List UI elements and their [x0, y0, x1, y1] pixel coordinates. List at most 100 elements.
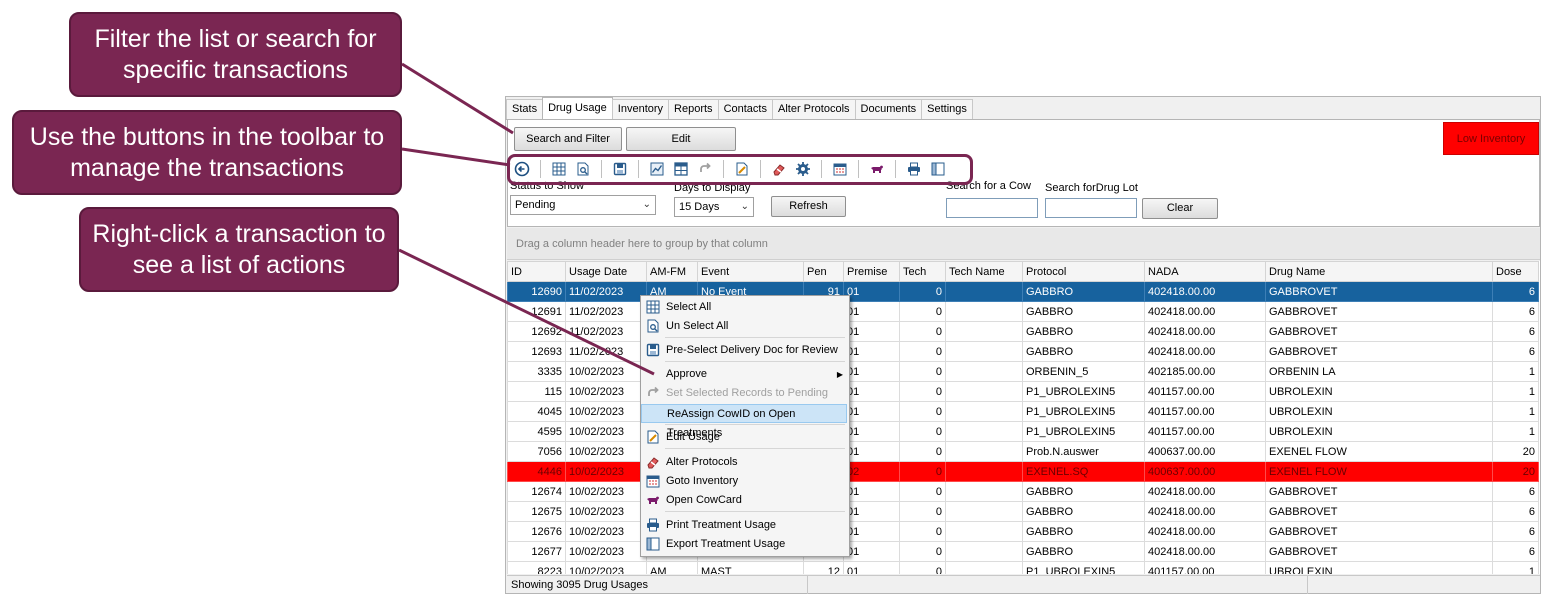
calendar-icon[interactable]	[830, 159, 850, 179]
table-cell: 401157.00.00	[1144, 381, 1266, 402]
table-cell: UBROLEXIN	[1265, 421, 1493, 442]
table-cell	[945, 461, 1023, 482]
column-header-am-fm[interactable]: AM-FM	[646, 261, 698, 282]
menu-item-label: Edit Usage	[666, 431, 720, 443]
table-cell: 11/02/2023	[565, 301, 647, 322]
edit-button[interactable]: Edit	[626, 127, 736, 151]
tab-alter-protocols[interactable]: Alter Protocols	[771, 99, 856, 119]
menu-separator	[665, 448, 845, 449]
table-cell: GABBROVET	[1265, 301, 1493, 322]
back-icon[interactable]	[512, 159, 532, 179]
toolbar-separator	[540, 160, 541, 178]
menu-item-label: Export Treatment Usage	[666, 538, 786, 550]
menu-item-select-all[interactable]: Select All	[641, 298, 847, 317]
table-cell: 12693	[507, 341, 566, 362]
table-cell: MAST	[697, 561, 804, 574]
column-header-dose[interactable]: Dose	[1492, 261, 1539, 282]
table-cell	[945, 421, 1023, 442]
table-cell: 01	[843, 481, 900, 502]
menu-item-label: Open CowCard	[666, 494, 742, 506]
save-icon[interactable]	[610, 159, 630, 179]
menu-item-goto-inventory[interactable]: Goto Inventory	[641, 472, 847, 491]
menu-item-pre-select-delivery-doc-for-review[interactable]: Pre-Select Delivery Doc for Review	[641, 341, 847, 360]
menu-item-edit-usage[interactable]: Edit Usage	[641, 428, 847, 447]
menu-item-approve[interactable]: Approve ▶	[641, 365, 847, 384]
callout-toolbar: Use the buttons in the toolbar to manage…	[12, 110, 402, 195]
search-and-filter-button[interactable]: Search and Filter	[514, 127, 622, 151]
table-cell: 402185.00.00	[1144, 361, 1266, 382]
search-doc-icon[interactable]	[573, 159, 593, 179]
column-header-pen[interactable]: Pen	[803, 261, 844, 282]
cow-icon[interactable]	[867, 159, 887, 179]
group-by-area[interactable]: Drag a column header here to group by th…	[507, 228, 1540, 260]
cow-search-label: Search for a Cow	[946, 180, 1031, 192]
table-cell: ORBENIN_5	[1022, 361, 1145, 382]
table-cell: 401157.00.00	[1144, 561, 1266, 574]
table-cell: P1_UBROLEXIN5	[1022, 421, 1145, 442]
menu-item-export-treatment-usage[interactable]: Export Treatment Usage	[641, 535, 847, 554]
table-cell: GABBRO	[1022, 301, 1145, 322]
column-header-tech-name[interactable]: Tech Name	[945, 261, 1023, 282]
menu-item-alter-protocols[interactable]: Alter Protocols	[641, 453, 847, 472]
tab-drug-usage[interactable]: Drug Usage	[542, 97, 613, 119]
table-row[interactable]: 8223 10/02/2023 AM MAST 12 01 0 P1_UBROLEXIN5 40…	[507, 561, 1539, 574]
columns-icon[interactable]	[928, 159, 948, 179]
chart-icon[interactable]	[647, 159, 667, 179]
grid-view-icon[interactable]	[671, 159, 691, 179]
menu-item-label: Goto Inventory	[666, 475, 739, 487]
grid-icon[interactable]	[549, 159, 569, 179]
cow-search-input[interactable]	[946, 198, 1038, 218]
table-cell	[945, 361, 1023, 382]
table-cell: 01	[843, 361, 900, 382]
clear-button[interactable]: Clear	[1142, 198, 1218, 219]
table-cell: 0	[899, 301, 946, 322]
tab-inventory[interactable]: Inventory	[611, 99, 670, 119]
column-header-premise[interactable]: Premise	[843, 261, 900, 282]
table-cell: 01	[843, 501, 900, 522]
edit-doc-icon[interactable]	[732, 159, 752, 179]
table-cell: EXENEL FLOW	[1265, 441, 1493, 462]
column-header-nada[interactable]: NADA	[1144, 261, 1266, 282]
tab-reports[interactable]: Reports	[668, 99, 719, 119]
tab-documents[interactable]: Documents	[854, 99, 923, 119]
menu-item-open-cowcard[interactable]: Open CowCard	[641, 491, 847, 510]
menu-item-un-select-all[interactable]: Un Select All	[641, 317, 847, 336]
menu-separator	[665, 511, 845, 512]
tab-settings[interactable]: Settings	[921, 99, 973, 119]
table-cell: GABBROVET	[1265, 541, 1493, 562]
toolbar-separator	[760, 160, 761, 178]
table-cell: 01	[843, 441, 900, 462]
table-cell: 400637.00.00	[1144, 461, 1266, 482]
table-cell: 115	[507, 381, 566, 402]
drug-lot-search-input[interactable]	[1045, 198, 1137, 218]
days-label: Days to Display	[674, 182, 751, 194]
column-header-tech[interactable]: Tech	[899, 261, 946, 282]
table-cell: 0	[899, 441, 946, 462]
print-icon[interactable]	[904, 159, 924, 179]
column-header-protocol[interactable]: Protocol	[1022, 261, 1145, 282]
status-select-value: Pending	[515, 199, 556, 211]
tab-contacts[interactable]: Contacts	[717, 99, 773, 119]
column-header-usage-date[interactable]: Usage Date	[565, 261, 647, 282]
status-select[interactable]: Pending ⌄	[510, 195, 656, 215]
table-cell: 6	[1492, 341, 1539, 362]
menu-item-print-treatment-usage[interactable]: Print Treatment Usage	[641, 516, 847, 535]
column-header-drug-name[interactable]: Drug Name	[1265, 261, 1493, 282]
refresh-button[interactable]: Refresh	[771, 196, 846, 217]
eraser-icon[interactable]	[769, 159, 789, 179]
table-cell: 02	[843, 461, 900, 482]
table-cell: 6	[1492, 521, 1539, 542]
settings-icon[interactable]	[793, 159, 813, 179]
column-header-id[interactable]: ID	[507, 261, 566, 282]
menu-item-reassign-cowid-on-open-treatments[interactable]: ReAssign CowID on Open Treatments	[641, 404, 847, 439]
column-header-event[interactable]: Event	[697, 261, 804, 282]
days-select[interactable]: 15 Days ⌄	[674, 197, 754, 217]
tab-stats[interactable]: Stats	[506, 99, 544, 119]
redo-icon[interactable]	[695, 159, 715, 179]
low-inventory-badge[interactable]: Low Inventory	[1443, 122, 1539, 155]
table-cell: 0	[899, 481, 946, 502]
table-cell: 0	[899, 281, 946, 302]
table-cell: 0	[899, 461, 946, 482]
table-cell: 402418.00.00	[1144, 321, 1266, 342]
table-cell: 0	[899, 421, 946, 442]
